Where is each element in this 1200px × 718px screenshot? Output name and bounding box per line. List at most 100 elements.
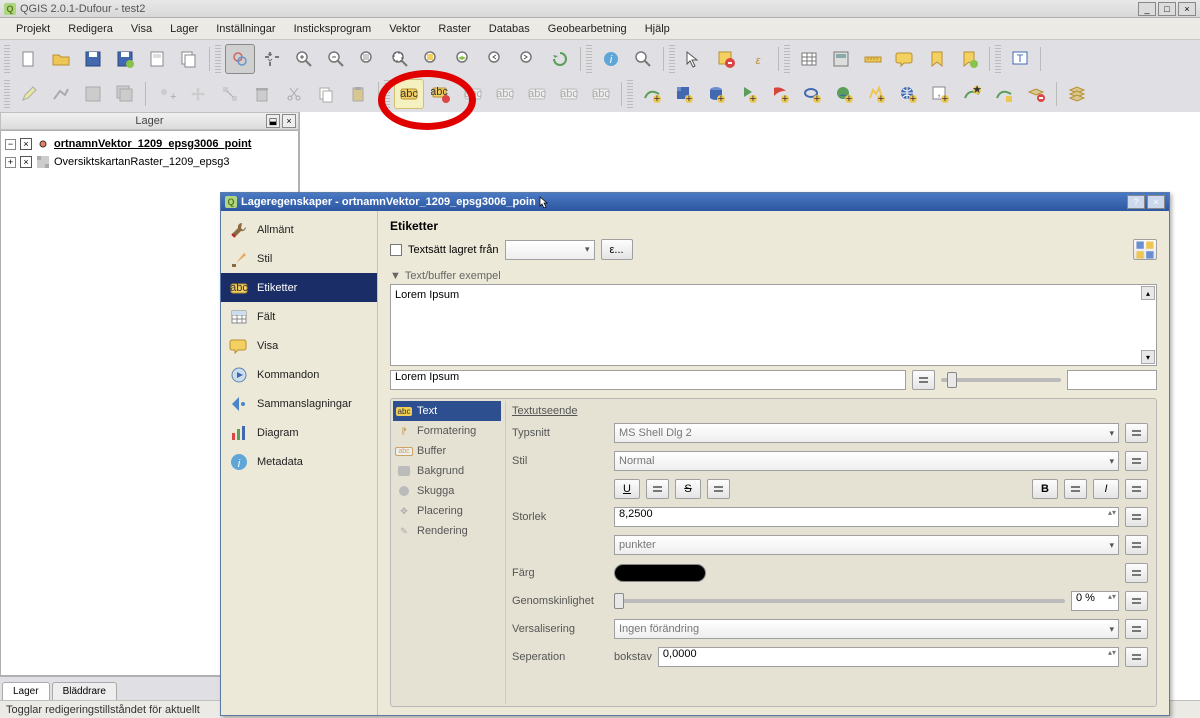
label-highlight-icon[interactable]: abc xyxy=(458,79,488,109)
menu-vektor[interactable]: Vektor xyxy=(381,20,428,38)
add-vector-icon[interactable]: + xyxy=(637,79,667,109)
close-panel-button[interactable]: × xyxy=(282,114,296,128)
toolbar-handle[interactable] xyxy=(995,45,1001,73)
underline-button[interactable]: U xyxy=(614,479,640,499)
expression-button[interactable]: ε... xyxy=(601,239,633,260)
preview-input[interactable]: Lorem Ipsum xyxy=(390,370,906,390)
automated-placement-button[interactable] xyxy=(1133,239,1157,260)
strikeout-button[interactable]: S xyxy=(675,479,701,499)
menu-visa[interactable]: Visa xyxy=(123,20,160,38)
aspect-rendering[interactable]: ✎ Rendering xyxy=(393,521,501,541)
add-delimited-icon[interactable]: ,+ xyxy=(925,79,955,109)
dialog-close-button[interactable]: × xyxy=(1147,195,1165,209)
toolbar-handle[interactable] xyxy=(784,45,790,73)
menu-installningar[interactable]: Inställningar xyxy=(208,20,283,38)
sidebar-item-metadata[interactable]: i Metadata xyxy=(221,447,377,476)
add-raster-icon[interactable]: + xyxy=(669,79,699,109)
sidebar-item-display[interactable]: Visa xyxy=(221,331,377,360)
text-annotation-icon[interactable]: T xyxy=(1005,44,1035,74)
maximize-button[interactable]: □ xyxy=(1158,2,1176,16)
label-field-combo[interactable] xyxy=(505,240,595,260)
strikeout-datadef-button[interactable] xyxy=(707,479,730,499)
label-pin-icon[interactable]: abc xyxy=(490,79,520,109)
minimize-button[interactable]: _ xyxy=(1138,2,1156,16)
separation-input[interactable]: 0,0000▴▾ xyxy=(658,647,1119,667)
new-vector-icon[interactable]: ★ xyxy=(957,79,987,109)
size-unit-combo[interactable]: punkter xyxy=(614,535,1119,555)
bold-datadef-button[interactable] xyxy=(1064,479,1087,499)
attribute-table-icon[interactable] xyxy=(794,44,824,74)
sidebar-item-joins[interactable]: Sammanslagningar xyxy=(221,389,377,418)
aspect-text[interactable]: abc Text xyxy=(393,401,501,421)
transparency-input[interactable]: 0 %▴▾ xyxy=(1071,591,1119,611)
delete-selected-icon[interactable] xyxy=(247,79,277,109)
toolbar-handle[interactable] xyxy=(384,80,390,108)
style-datadef-button[interactable] xyxy=(1125,451,1148,471)
aspect-placement[interactable]: ✥ Placering xyxy=(393,501,501,521)
dialog-titlebar[interactable]: Q Lageregenskaper - ortnamnVektor_1209_e… xyxy=(221,193,1169,211)
size-datadef-button[interactable] xyxy=(1125,507,1148,527)
aspect-background[interactable]: Bakgrund xyxy=(393,461,501,481)
scroll-down-button[interactable]: ▾ xyxy=(1141,350,1155,364)
add-feature-icon[interactable]: + xyxy=(151,79,181,109)
toolbar-handle[interactable] xyxy=(586,45,592,73)
new-project-icon[interactable] xyxy=(14,44,44,74)
cut-icon[interactable] xyxy=(279,79,309,109)
move-feature-icon[interactable] xyxy=(183,79,213,109)
menu-geobearbetning[interactable]: Geobearbetning xyxy=(540,20,635,38)
remove-layer-icon[interactable] xyxy=(1021,79,1051,109)
menu-raster[interactable]: Raster xyxy=(430,20,478,38)
zoom-selection-icon[interactable] xyxy=(417,44,447,74)
toolbar-handle[interactable] xyxy=(4,45,10,73)
show-bookmarks-icon[interactable] xyxy=(954,44,984,74)
measure-icon[interactable] xyxy=(858,44,888,74)
field-calc-icon[interactable] xyxy=(826,44,856,74)
color-button[interactable] xyxy=(614,564,706,582)
aspect-formatting[interactable]: ⁋ Formatering xyxy=(393,421,501,441)
select-icon[interactable] xyxy=(628,44,658,74)
layer-visibility-checkbox[interactable]: × xyxy=(20,156,32,168)
zoom-last-icon[interactable] xyxy=(481,44,511,74)
preview-datadef-button[interactable] xyxy=(912,370,935,390)
color-datadef-button[interactable] xyxy=(1125,563,1148,583)
sidebar-item-style[interactable]: Stil xyxy=(221,244,377,273)
add-oracle-icon[interactable]: + xyxy=(797,79,827,109)
toolbar-handle[interactable] xyxy=(669,45,675,73)
deselect-icon[interactable] xyxy=(711,44,741,74)
sidebar-item-general[interactable]: Allmänt xyxy=(221,215,377,244)
layer-visibility-checkbox[interactable]: × xyxy=(20,138,32,150)
label-change-icon[interactable]: abc xyxy=(586,79,616,109)
expression-select-icon[interactable]: ε xyxy=(743,44,773,74)
zoom-in-icon[interactable] xyxy=(289,44,319,74)
toolbar-handle[interactable] xyxy=(627,80,633,108)
close-button[interactable]: × xyxy=(1178,2,1196,16)
underline-datadef-button[interactable] xyxy=(646,479,669,499)
edit-line-icon[interactable] xyxy=(46,79,76,109)
node-tool-icon[interactable] xyxy=(215,79,245,109)
add-wfs-icon[interactable]: + xyxy=(893,79,923,109)
add-wms-icon[interactable]: + xyxy=(829,79,859,109)
open-project-icon[interactable] xyxy=(46,44,76,74)
composer-icon[interactable] xyxy=(142,44,172,74)
copy-icon[interactable] xyxy=(311,79,341,109)
preview-expander[interactable]: ▼ Text/buffer exempel xyxy=(390,270,1157,282)
zoom-layer-icon[interactable] xyxy=(449,44,479,74)
save-edits-icon[interactable] xyxy=(78,79,108,109)
layer-name[interactable]: ortnamnVektor_1209_epsg3006_point xyxy=(54,138,251,150)
font-combo[interactable]: MS Shell Dlg 2 xyxy=(614,423,1119,443)
pin-panel-button[interactable]: ⬓ xyxy=(266,114,280,128)
add-wcs-icon[interactable]: + xyxy=(861,79,891,109)
composer-manager-icon[interactable] xyxy=(174,44,204,74)
menu-insticksprogram[interactable]: Insticksprogram xyxy=(286,20,380,38)
sidebar-item-fields[interactable]: Fält xyxy=(221,302,377,331)
label-tool-icon[interactable]: abc xyxy=(394,79,424,109)
menu-lager[interactable]: Lager xyxy=(162,20,206,38)
tree-expander-icon[interactable]: − xyxy=(5,139,16,150)
identify-icon[interactable]: i xyxy=(596,44,626,74)
separation-datadef-button[interactable] xyxy=(1125,647,1148,667)
label-move-icon[interactable]: abc xyxy=(522,79,552,109)
pan-icon[interactable] xyxy=(225,44,255,74)
menu-databas[interactable]: Databas xyxy=(481,20,538,38)
map-tips-icon[interactable] xyxy=(890,44,920,74)
zoom-out-icon[interactable] xyxy=(321,44,351,74)
